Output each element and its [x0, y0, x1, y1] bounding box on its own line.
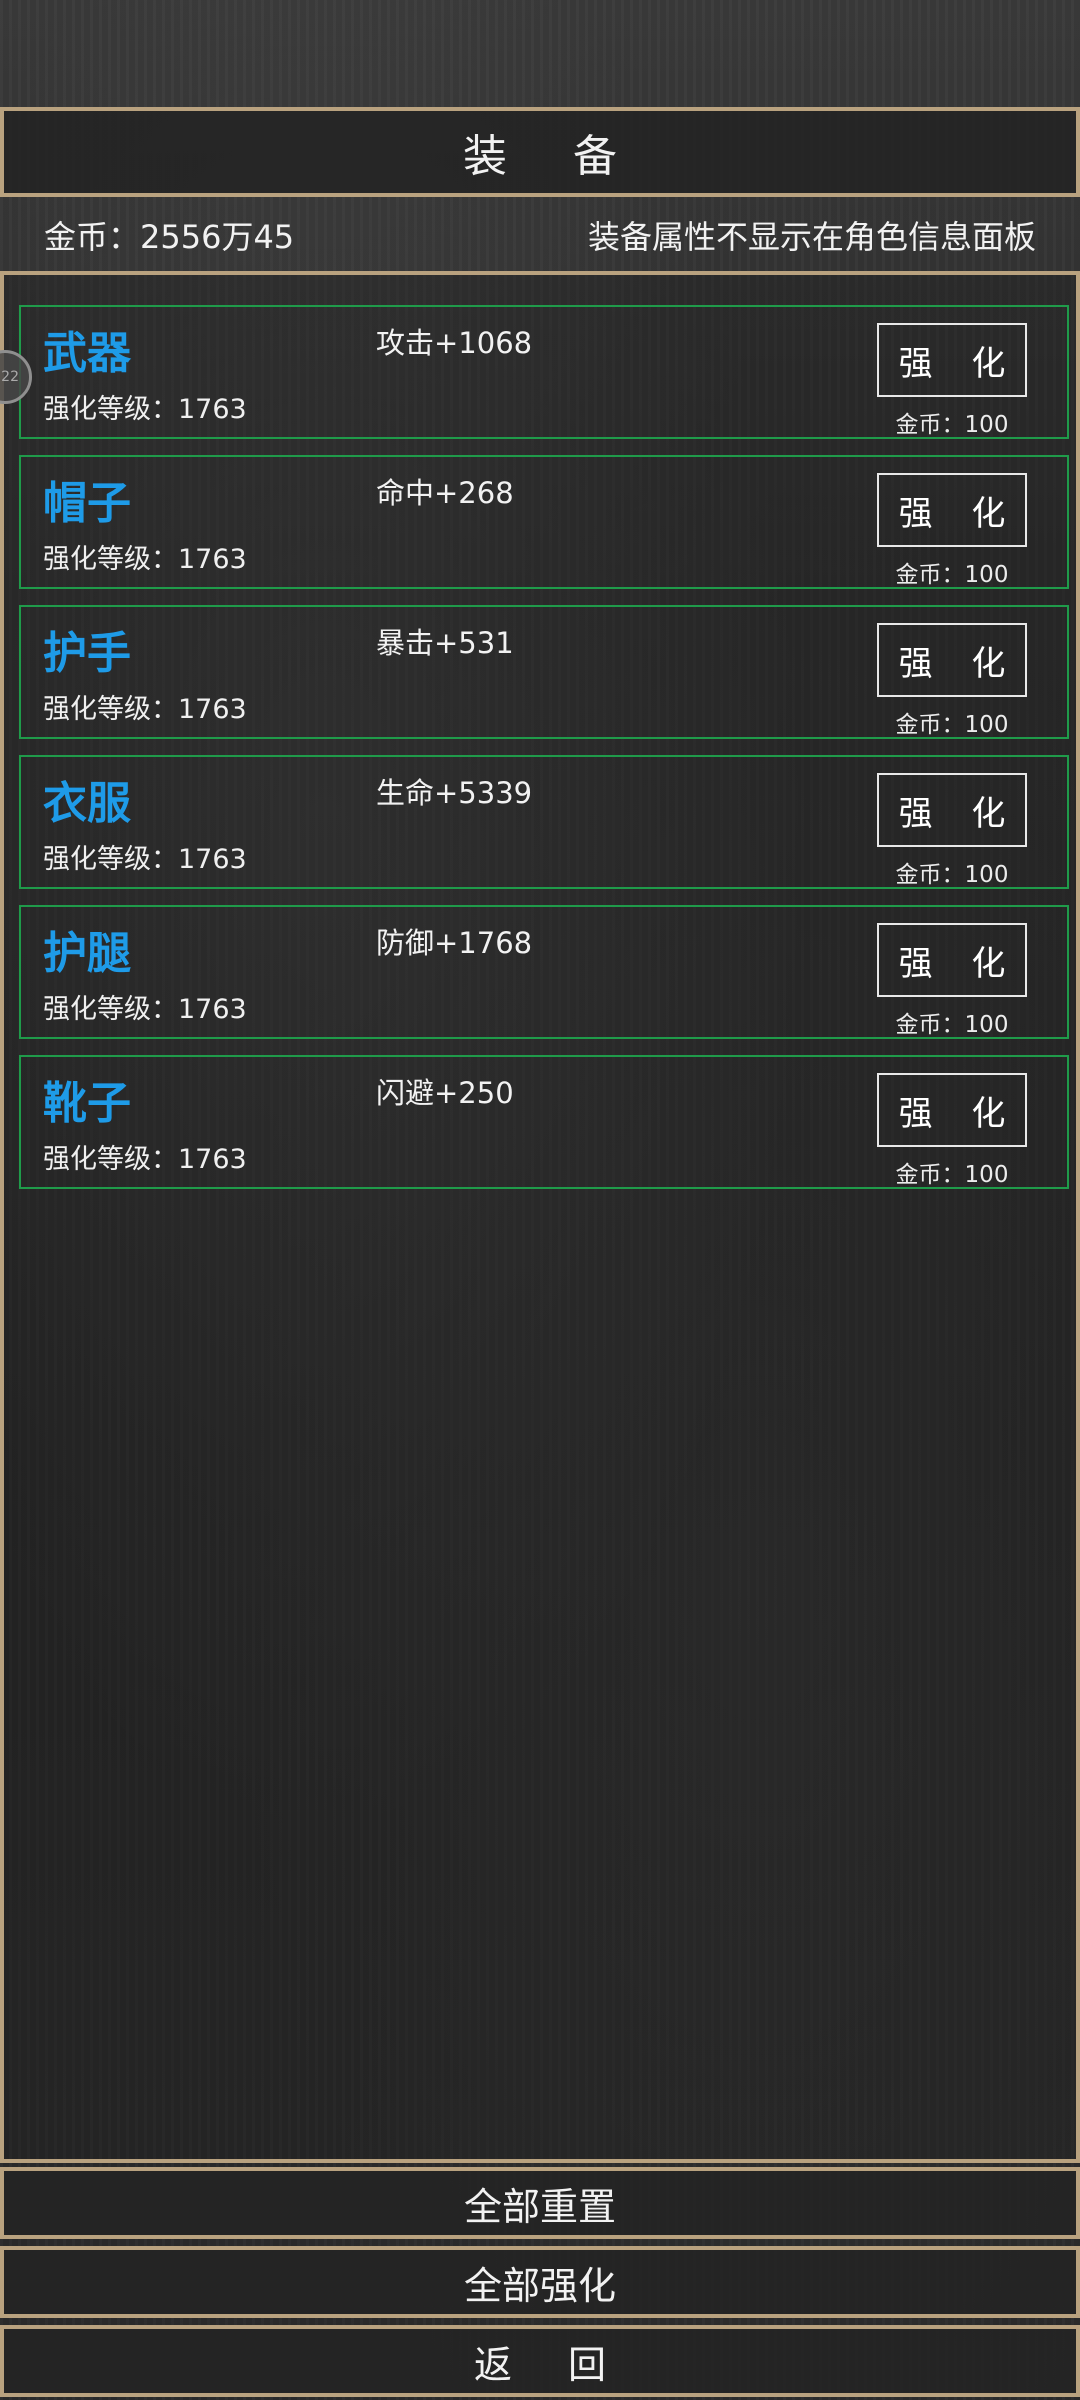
equipment-item-weapon: 武器 强化等级：1763 攻击+1068 强 化 金币：100 — [19, 305, 1069, 439]
equipment-name: 靴子 — [43, 1078, 131, 1129]
page-title: 装 备 — [0, 107, 1080, 197]
equipment-name: 武器 — [43, 328, 131, 379]
equipment-list-panel: 武器 强化等级：1763 攻击+1068 强 化 金币：100 帽子 强化等级：… — [0, 271, 1080, 2163]
enhance-boots-button[interactable]: 强 化 — [877, 1073, 1027, 1147]
floating-ball-label: 22 — [1, 369, 19, 385]
enhance-leggings-button[interactable]: 强 化 — [877, 923, 1027, 997]
info-row: 金币：2556万45 装备属性不显示在角色信息面板 — [0, 205, 1080, 265]
enhance-cost: 金币：100 — [895, 1162, 1009, 1188]
equipment-stat: 闪避+250 — [376, 1076, 514, 1110]
enhance-level: 强化等级：1763 — [43, 844, 247, 875]
reset-all-button[interactable]: 全部重置 — [0, 2167, 1080, 2239]
equipment-name: 护腿 — [43, 928, 131, 979]
equipment-stat: 命中+268 — [376, 476, 514, 510]
page-title-text: 装 备 — [463, 131, 643, 182]
enhance-cost: 金币：100 — [895, 412, 1009, 438]
equipment-item-hat: 帽子 强化等级：1763 命中+268 强 化 金币：100 — [19, 455, 1069, 589]
enhance-gloves-button[interactable]: 强 化 — [877, 623, 1027, 697]
enhance-level: 强化等级：1763 — [43, 694, 247, 725]
enhance-cost: 金币：100 — [895, 712, 1009, 738]
reset-all-label: 全部重置 — [463, 2184, 616, 2229]
equipment-item-leggings: 护腿 强化等级：1763 防御+1768 强 化 金币：100 — [19, 905, 1069, 1039]
equipment-stat: 生命+5339 — [376, 776, 533, 810]
enhance-all-button[interactable]: 全部强化 — [0, 2246, 1080, 2318]
equipment-stat: 暴击+531 — [376, 626, 514, 660]
enhance-level: 强化等级：1763 — [43, 394, 247, 425]
equipment-item-boots: 靴子 强化等级：1763 闪避+250 强 化 金币：100 — [19, 1055, 1069, 1189]
enhance-cost: 金币：100 — [895, 862, 1009, 888]
equipment-name: 帽子 — [43, 478, 131, 529]
enhance-cost: 金币：100 — [895, 562, 1009, 588]
enhance-level: 强化等级：1763 — [43, 1144, 247, 1175]
enhance-cost: 金币：100 — [895, 1012, 1009, 1038]
enhance-armor-button[interactable]: 强 化 — [877, 773, 1027, 847]
equipment-stat: 攻击+1068 — [376, 326, 533, 360]
equipment-stat: 防御+1768 — [376, 926, 533, 960]
gold-balance: 金币：2556万45 — [44, 218, 295, 256]
equipment-item-armor: 衣服 强化等级：1763 生命+5339 强 化 金币：100 — [19, 755, 1069, 889]
enhance-level: 强化等级：1763 — [43, 994, 247, 1025]
back-button[interactable]: 返 回 — [0, 2325, 1080, 2397]
equipment-name: 护手 — [43, 628, 131, 679]
enhance-all-label: 全部强化 — [463, 2263, 616, 2308]
equipment-name: 衣服 — [43, 778, 131, 829]
back-label: 返 回 — [473, 2342, 629, 2387]
enhance-weapon-button[interactable]: 强 化 — [877, 323, 1027, 397]
equipment-item-gloves: 护手 强化等级：1763 暴击+531 强 化 金币：100 — [19, 605, 1069, 739]
equipment-notice: 装备属性不显示在角色信息面板 — [587, 218, 1036, 256]
enhance-hat-button[interactable]: 强 化 — [877, 473, 1027, 547]
enhance-level: 强化等级：1763 — [43, 544, 247, 575]
